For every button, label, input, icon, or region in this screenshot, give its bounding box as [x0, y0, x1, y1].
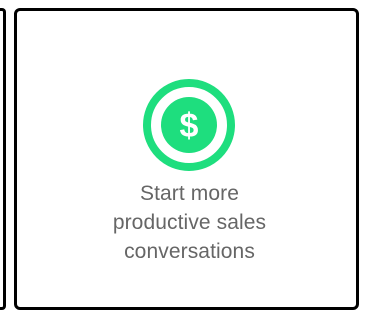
- feature-description-line-3: conversations: [124, 240, 255, 263]
- feature-description-line-1: Start more: [139, 182, 240, 205]
- dollar-circle-icon: $: [141, 77, 237, 173]
- adjacent-card-edge: [0, 8, 6, 310]
- feature-description-line-2: productive sales: [112, 211, 267, 234]
- feature-description: Start more productive sales conversation…: [57, 179, 322, 266]
- svg-text:$: $: [180, 107, 199, 145]
- feature-card: $ Start more productive sales conversati…: [14, 8, 359, 310]
- feature-tile-view: $ Start more productive sales conversati…: [0, 0, 365, 318]
